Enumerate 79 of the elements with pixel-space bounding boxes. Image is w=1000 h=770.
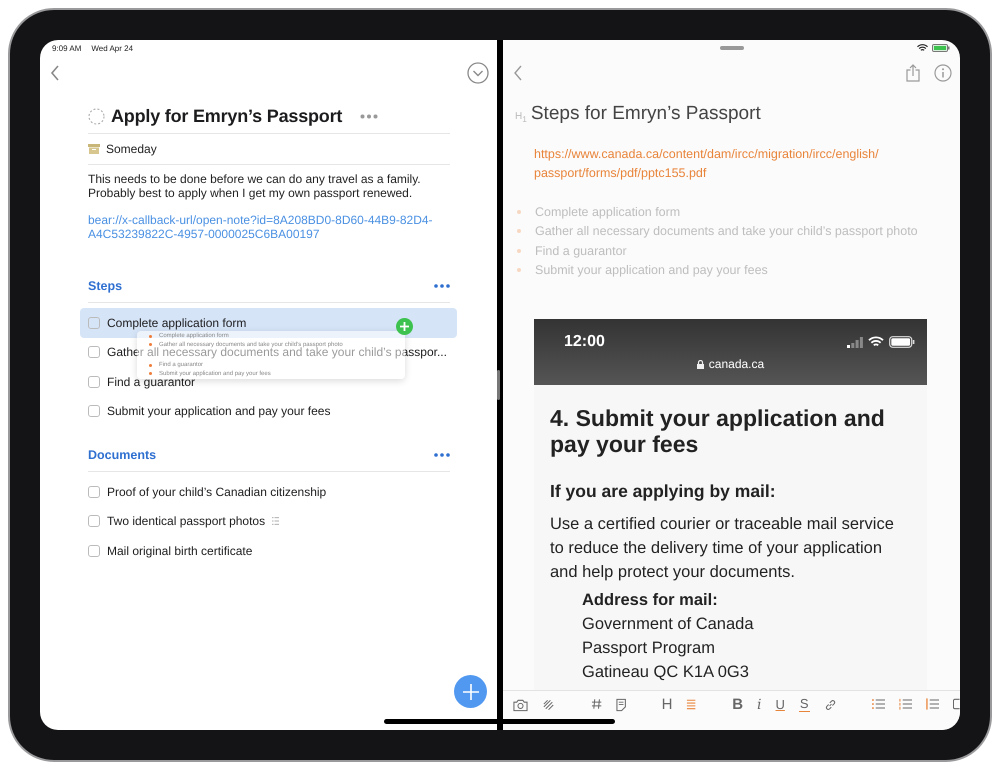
address-label: Address for mail: [582,590,719,611]
bullet-icon [517,248,521,253]
plus-icon [462,682,480,700]
bullet-icon [149,343,152,346]
share-icon[interactable] [906,64,920,82]
heading-title: Documents [88,448,156,462]
status-time: 9:09 AM [52,44,82,52]
bullet-icon [517,229,521,234]
checkbox-icon[interactable] [953,698,960,710]
heading-title: Steps [88,279,122,293]
wifi-icon [868,336,884,348]
task-checkbox[interactable] [88,316,100,329]
task-checkbox[interactable] [88,486,100,498]
bullet-icon [149,372,152,376]
task-checkbox[interactable] [88,515,100,528]
note-icon[interactable] [616,698,626,712]
quote-list-icon[interactable] [926,698,940,710]
bullet-item: Submit your application and pay your fees [535,263,768,278]
lock-icon [696,360,704,368]
note-link[interactable]: bear://x-callback-url/open-note?id=8A208BD0-8D60-44B9-82D4-A4C53239822C-4957-0000025C6BA00197 [88,213,443,241]
page-paragraph: Use a certified courier or traceable mail service to reduce the delivery time of your application and help protect your documents. [550,514,895,583]
italic-tool[interactable]: i [757,697,762,713]
bullet-icon [517,210,521,214]
bullet-icon [517,268,521,272]
underline-tool[interactable]: U [776,697,785,713]
collapse-icon[interactable] [467,62,489,84]
heading-tool[interactable]: H [662,697,672,713]
add-button[interactable] [454,675,487,708]
phone-time: 12:00 [564,333,605,351]
battery-icon [932,44,950,52]
bullet-item: Find a guarantor [535,244,627,258]
camera-icon[interactable] [513,698,528,712]
link-icon[interactable] [824,698,837,712]
task-checkbox[interactable] [88,346,100,358]
bullet-item: Gather all necessary documents and take your child’s passport photo [535,224,918,238]
more-icon[interactable] [360,114,378,118]
note-title: Steps for Emryn’s Passport [530,103,761,125]
numbered-list-icon[interactable] [899,698,912,710]
info-icon[interactable] [934,64,952,82]
address-line: Passport Program [582,638,716,659]
project-notes: This needs to be done before we can do any travel as a family. Probably best to apply when I get my own passport renewed. [88,172,422,200]
task-title: Two identical passport photos [107,514,266,528]
address-text: canada.ca [708,357,764,371]
task-checkbox[interactable] [88,544,100,557]
window-grabber[interactable] [720,46,744,50]
bullet-icon [149,364,152,367]
task-title: Proof of your child’s Canadian citizenship [107,484,326,499]
task-title: Submit your application and pay your fees [107,404,330,418]
bullet-icon [149,334,152,338]
signal-icon [847,336,863,348]
task-title: Complete application form [107,316,246,330]
task-checkbox[interactable] [88,376,100,388]
page-subheading: If you are applying by mail: [550,480,777,502]
task-checkbox[interactable] [88,405,100,418]
task-title: Mail original birth certificate [107,544,252,558]
add-badge-icon [396,318,413,335]
archive-box-icon [88,144,100,154]
sketch-icon[interactable] [542,698,556,712]
address-line: Gatineau QC K1A 0G3 [582,662,750,683]
battery-icon [889,336,915,348]
bold-tool[interactable]: B [732,697,744,713]
wifi-icon [917,44,928,52]
back-icon[interactable] [513,65,523,81]
heading-marker: H$_{1}$ [515,111,527,124]
status-date: Wed Apr 24 [91,44,134,52]
page-heading: 4. Submit your application and pay your fees [550,405,886,457]
project-title: Apply for Emryn’s Passport [111,106,342,126]
paragraph-icon[interactable] [686,698,697,710]
more-icon[interactable] [434,453,450,457]
split-handle[interactable] [496,370,500,400]
strikethrough-tool[interactable]: S [798,697,810,712]
when-label[interactable]: Someday [106,142,157,156]
back-icon[interactable] [50,65,60,81]
more-icon[interactable] [434,284,450,288]
tag-icon[interactable] [590,698,602,710]
bullet-item: Complete application form [535,204,680,219]
project-progress-icon[interactable] [88,108,105,124]
address-line: Government of Canada [582,614,755,635]
bullet-list-icon[interactable] [872,698,886,710]
